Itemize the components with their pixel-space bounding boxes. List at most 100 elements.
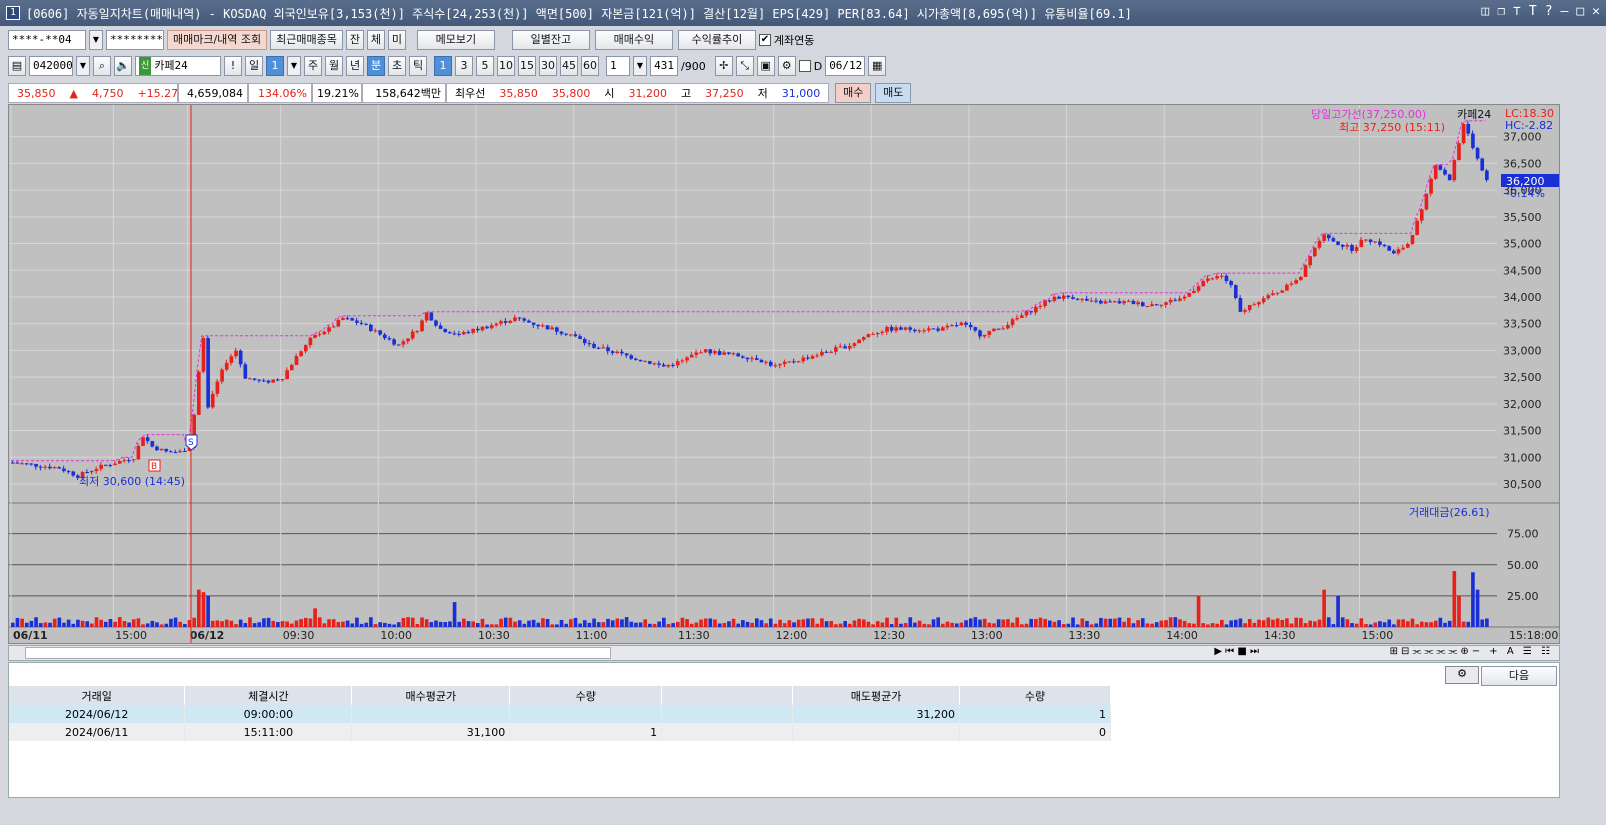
interval-45-button[interactable]: 45 [560, 56, 578, 76]
speaker-icon[interactable]: 🔈 [114, 56, 132, 76]
link-icon[interactable]: ◫ [1481, 4, 1489, 19]
time-tick-label: 14:00 [1166, 629, 1198, 642]
period-second-button[interactable]: 초 [388, 56, 406, 76]
candle-body [24, 463, 29, 465]
gear-icon[interactable]: ⚙ [777, 56, 796, 76]
stock-name-field[interactable]: 신 카페24 [135, 56, 221, 76]
candle-body [1066, 295, 1071, 298]
memo-view-button[interactable]: 메모보기 [416, 30, 495, 50]
volume-bar [843, 621, 847, 627]
period-tick-button[interactable]: 틱 [409, 56, 427, 76]
volume-tick-label: 75.00 [1507, 528, 1539, 541]
period-dropdown-icon[interactable]: ▼ [633, 56, 647, 76]
day-dropdown-icon[interactable]: ▼ [287, 56, 301, 76]
interval-1-button[interactable]: 1 [434, 56, 452, 76]
table-row[interactable]: 2024/06/12 09:00:00 31,200 1 [9, 705, 1111, 723]
interval-5-button[interactable]: 5 [476, 56, 494, 76]
candle-body [889, 326, 894, 331]
candle-body [276, 379, 280, 381]
playback-controls[interactable]: ▶ ⏮ ■ ⏭ [1214, 646, 1259, 657]
stock-name: 카페24 [154, 59, 188, 72]
period-minute-button[interactable]: 분 [367, 56, 385, 76]
next-button[interactable]: 다음 [1481, 666, 1557, 686]
executed-button[interactable]: 체 [366, 30, 385, 50]
candle-body [582, 339, 587, 344]
volume-bar [1452, 571, 1457, 627]
interval-60-button[interactable]: 60 [581, 56, 599, 76]
chart-scrollbar[interactable]: ▶ ⏮ ■ ⏭ ⊞⊟⫘⫘⫘⫘⊕− + A ☰ ☷ [8, 645, 1560, 661]
period-month-button[interactable]: 월 [325, 56, 343, 76]
trade-history-panel: ⚙ 다음 거래일 체결시간 매수평균가 수량 매도평균가 수량 2024/06/… [8, 662, 1560, 798]
table-row[interactable]: 2024/06/11 15:11:00 31,100 1 0 [9, 723, 1111, 741]
chart-svg[interactable]: 37,00036,50036,00035,50035,00034,50034,0… [9, 105, 1559, 643]
stock-code-field[interactable]: 042000 [29, 56, 73, 76]
interval-15-button[interactable]: 15 [518, 56, 536, 76]
help-icon[interactable]: ? [1545, 4, 1553, 19]
balance-button[interactable]: 잔 [345, 30, 364, 50]
maximize-icon[interactable]: □ [1576, 4, 1584, 19]
data-count-field[interactable]: 431 [650, 56, 678, 76]
window-number-icon[interactable]: 1 [6, 6, 20, 20]
scroll-thumb[interactable] [25, 647, 611, 659]
volume-bar [1368, 624, 1373, 627]
save-icon[interactable]: ▣ [756, 56, 775, 76]
candle-body [127, 460, 131, 462]
crosshair-icon[interactable]: ✢ [714, 56, 733, 76]
d-checkbox[interactable] [798, 60, 811, 72]
profit-trend-button[interactable]: 수익률추이 [677, 30, 756, 50]
period-week-button[interactable]: 주 [304, 56, 322, 76]
price-chart[interactable]: 37,000 36,500 36,000 35,500 35,000 34,500 34,0… [8, 104, 1560, 644]
volume-bar [359, 623, 364, 627]
search-icon[interactable]: ⌕ [93, 56, 111, 76]
account-dropdown-icon[interactable]: ▼ [89, 30, 103, 50]
candle-body [694, 352, 699, 355]
trade-mark-query-button[interactable]: 매매마크/내역 조회 [167, 30, 268, 50]
settings-gear-icon[interactable]: ⚙ [1445, 666, 1479, 684]
trade-profit-button[interactable]: 매매수익 [594, 30, 673, 50]
alert-button[interactable]: ! [224, 56, 242, 76]
candle-body [1294, 280, 1299, 284]
period-day-button[interactable]: 일 [245, 56, 263, 76]
interval-30-button[interactable]: 30 [539, 56, 557, 76]
cell [792, 723, 961, 741]
candle-body [531, 322, 536, 325]
unfilled-button[interactable]: 미 [387, 30, 406, 50]
recent-trade-stock-button[interactable]: 최근매매종목 [270, 30, 343, 50]
volume-bar [1159, 620, 1164, 627]
interval-10-button[interactable]: 10 [497, 56, 515, 76]
account-link-checkbox[interactable]: ✔ [758, 34, 771, 46]
layout-icon[interactable]: ▤ [8, 56, 26, 76]
candle-body [1350, 245, 1354, 251]
interval-3-button[interactable]: 3 [455, 56, 473, 76]
date-field[interactable]: 06/12 [825, 56, 866, 76]
period-year-button[interactable]: 년 [346, 56, 364, 76]
zoom-icon[interactable]: ⤡ [735, 56, 754, 76]
code-dropdown-icon[interactable]: ▼ [76, 56, 90, 76]
close-icon[interactable]: ✕ [1592, 4, 1600, 19]
change-value: 4,750 [91, 86, 124, 100]
minimize-icon[interactable]: — [1561, 4, 1569, 19]
cell: 2024/06/12 [9, 705, 186, 723]
volume-bar [834, 624, 838, 627]
time-tick-label: 13:00 [971, 629, 1003, 642]
pin-icon[interactable]: ⊤ [1513, 4, 1521, 19]
account-field[interactable]: ****-**04 [8, 30, 86, 50]
candle-body [266, 380, 271, 383]
daily-balance-button[interactable]: 일별잔고 [511, 30, 590, 50]
volume-bar [1089, 624, 1094, 627]
buy-button[interactable]: 매수 [835, 83, 872, 103]
volume-bar [1080, 618, 1085, 627]
calendar-icon[interactable]: ▦ [868, 56, 887, 76]
drawing-tools[interactable]: ⊞⊟⫘⫘⫘⫘⊕− + A ☰ ☷ [1390, 646, 1553, 657]
volume-bar [48, 622, 52, 627]
period-value-field[interactable]: 1 [606, 56, 630, 76]
text-icon[interactable]: T [1529, 4, 1537, 19]
period-day-value[interactable]: 1 [266, 56, 284, 76]
sell-button[interactable]: 매도 [875, 83, 912, 103]
candle-body [680, 360, 685, 362]
restore-icon[interactable]: ❐ [1497, 4, 1505, 19]
volume-bar [1020, 624, 1024, 627]
password-field[interactable]: ******** [106, 30, 164, 50]
candle-body [383, 334, 387, 339]
candle-body [1061, 295, 1066, 299]
